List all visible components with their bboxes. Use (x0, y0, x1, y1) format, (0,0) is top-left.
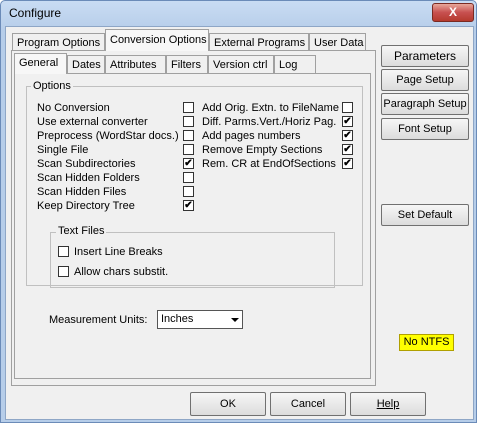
tab-attributes[interactable]: Attributes (105, 55, 166, 73)
checkbox-keep-directory-tree[interactable]: ✔ (183, 200, 194, 211)
set-default-button[interactable]: Set Default (381, 204, 469, 226)
client-area: Program Options Conversion Options Exter… (5, 26, 474, 420)
checkbox-add-orig-extn[interactable] (342, 102, 353, 113)
options-group-label: Options (31, 80, 73, 92)
checkbox-preprocess[interactable] (183, 130, 194, 141)
option-label: No Conversion (37, 102, 110, 114)
option-label: Single File (37, 144, 89, 156)
checkbox-scan-hidden-folders[interactable] (183, 172, 194, 183)
checkbox-insert-line-breaks[interactable] (58, 246, 69, 257)
measurement-units-value: Inches (161, 313, 194, 325)
help-button[interactable]: Help (350, 392, 426, 416)
checkbox-use-external-converter[interactable] (183, 116, 194, 127)
option-label: Scan Hidden Folders (37, 172, 140, 184)
checkbox-remove-empty-sections[interactable]: ✔ (342, 144, 353, 155)
tab-general[interactable]: General (14, 53, 67, 74)
text-files-group-label: Text Files (56, 225, 107, 237)
tab-program-options[interactable]: Program Options (12, 33, 105, 51)
option-label: Remove Empty Sections (202, 144, 323, 156)
checkbox-allow-chars-substit[interactable] (58, 266, 69, 277)
checkbox-scan-hidden-files[interactable] (183, 186, 194, 197)
checkbox-no-conversion[interactable] (183, 102, 194, 113)
checkbox-single-file[interactable] (183, 144, 194, 155)
tab-dates[interactable]: Dates (67, 55, 105, 73)
checkbox-scan-subdirectories[interactable]: ✔ (183, 158, 194, 169)
page-setup-button[interactable]: Page Setup (381, 69, 469, 91)
tab-version-ctrl[interactable]: Version ctrl (208, 55, 274, 73)
checkbox-add-page-numbers[interactable]: ✔ (342, 130, 353, 141)
ntfs-status-badge: No NTFS (399, 334, 454, 351)
measurement-units-select[interactable]: Inches (157, 310, 243, 329)
option-label: Add pages numbers (202, 130, 301, 142)
tab-user-data[interactable]: User Data (309, 33, 366, 51)
paragraph-setup-button[interactable]: Paragraph Setup (381, 93, 469, 115)
chevron-down-icon (231, 318, 239, 322)
option-label: Preprocess (WordStar docs.) (37, 130, 179, 142)
tab-conversion-options[interactable]: Conversion Options (105, 29, 209, 51)
tab-filters[interactable]: Filters (166, 55, 208, 73)
ok-button[interactable]: OK (190, 392, 266, 416)
option-label: Rem. CR at EndOfSections (202, 158, 336, 170)
text-option-label: Allow chars substit. (74, 266, 169, 278)
window-title: Configure (9, 6, 62, 20)
text-files-groupbox (50, 232, 335, 288)
option-label: Keep Directory Tree (37, 200, 135, 212)
tab-external-programs[interactable]: External Programs (209, 33, 309, 51)
checkbox-rem-cr[interactable]: ✔ (342, 158, 353, 169)
close-button[interactable]: X (432, 3, 474, 22)
title-bar: Configure X (1, 1, 476, 25)
text-option-label: Insert Line Breaks (74, 246, 163, 258)
option-label: Use external converter (37, 116, 148, 128)
checkbox-diff-parms[interactable]: ✔ (342, 116, 353, 127)
font-setup-button[interactable]: Font Setup (381, 118, 469, 140)
option-label: Scan Subdirectories (37, 158, 136, 170)
option-label: Scan Hidden Files (37, 186, 127, 198)
measurement-units-label: Measurement Units: (49, 314, 148, 326)
option-label: Add Orig. Extn. to FileName (202, 102, 339, 114)
configure-window: Configure X Program Options Conversion O… (0, 0, 477, 423)
cancel-button[interactable]: Cancel (270, 392, 346, 416)
parameters-sel-button[interactable]: Parameters Sel. (381, 45, 469, 83)
tab-log[interactable]: Log (274, 55, 316, 73)
option-label: Diff. Parms.Vert./Horiz Pag. (202, 116, 337, 128)
